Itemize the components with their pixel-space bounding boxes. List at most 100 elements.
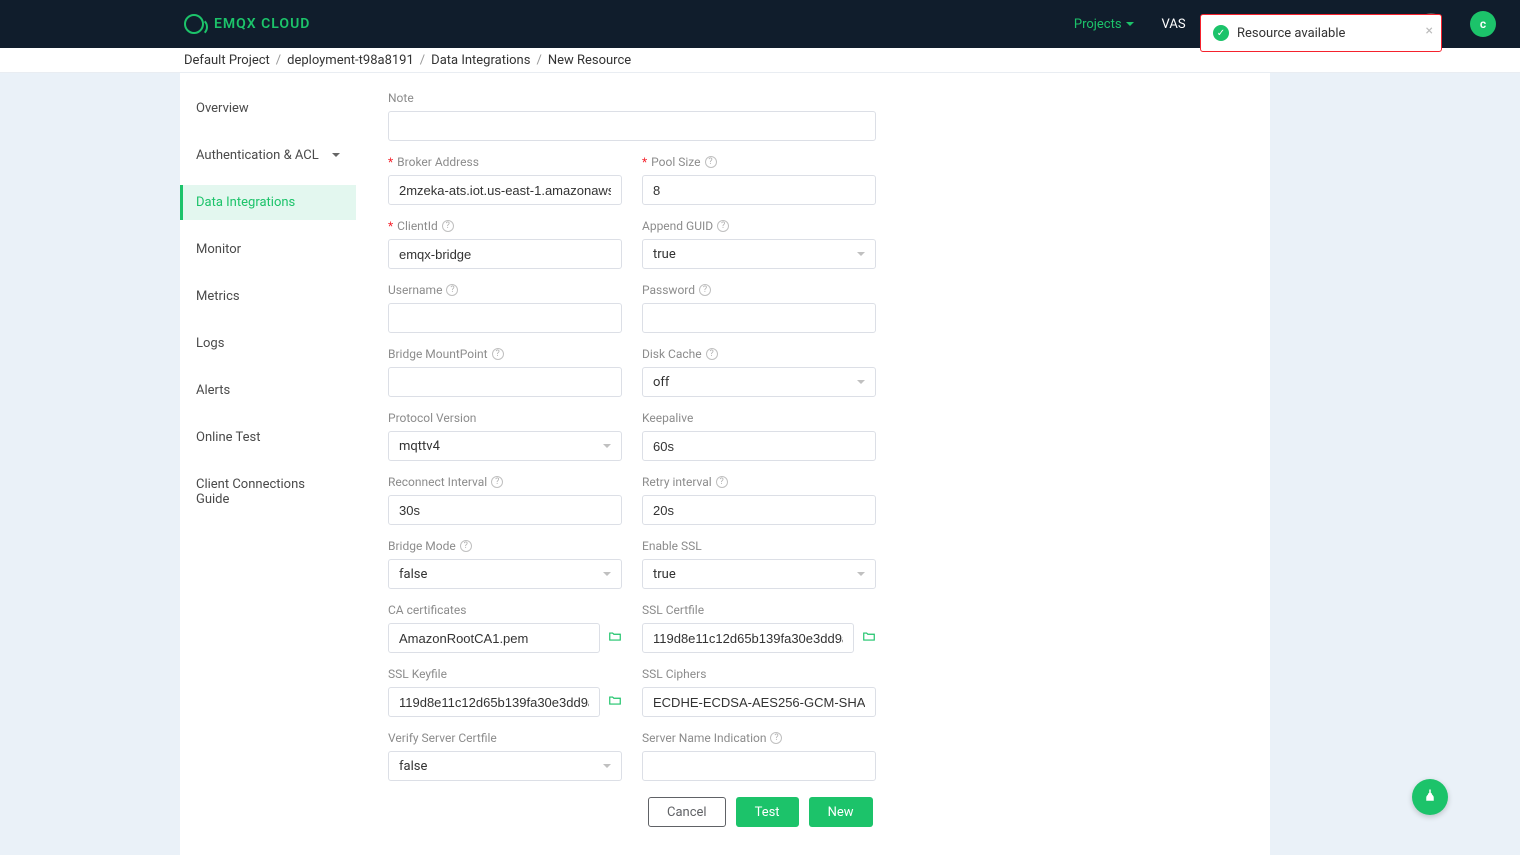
label-note: Note	[388, 91, 876, 105]
pool-size-input[interactable]	[642, 175, 876, 205]
label-reconnect: Reconnect Interval	[388, 475, 487, 489]
sni-input[interactable]	[642, 751, 876, 781]
chevron-down-icon	[603, 444, 611, 452]
label-clientid: ClientId	[397, 219, 438, 233]
label-pool: Pool Size	[651, 155, 700, 169]
sidebar-item-metrics[interactable]: Metrics	[180, 279, 356, 314]
label-sslkey: SSL Keyfile	[388, 667, 447, 681]
info-icon[interactable]: ?	[706, 348, 718, 360]
chevron-down-icon	[332, 148, 340, 163]
breadcrumb-section[interactable]: Data Integrations	[431, 53, 530, 68]
keepalive-input[interactable]	[642, 431, 876, 461]
chevron-down-icon	[857, 252, 865, 260]
label-ca: CA certificates	[388, 603, 466, 617]
test-button[interactable]: Test	[736, 797, 799, 827]
nav-projects[interactable]: Projects	[1074, 17, 1134, 32]
label-sni: Server Name Indication	[642, 731, 766, 745]
broker-address-input[interactable]	[388, 175, 622, 205]
breadcrumb-deployment[interactable]: deployment-t98a8191	[287, 53, 414, 68]
verify-select[interactable]: false	[388, 751, 622, 781]
sidebar-item-auth[interactable]: Authentication & ACL	[180, 138, 356, 173]
info-icon[interactable]: ?	[717, 220, 729, 232]
append-guid-select[interactable]: true	[642, 239, 876, 269]
main-area: Overview Authentication & ACL Data Integ…	[0, 73, 1520, 855]
info-icon[interactable]: ?	[442, 220, 454, 232]
ssl-ciphers-input[interactable]	[642, 687, 876, 717]
label-protocol: Protocol Version	[388, 411, 476, 425]
info-icon[interactable]: ?	[705, 156, 717, 168]
select-value: false	[399, 759, 427, 774]
select-value: true	[653, 567, 676, 582]
brand-text: EMQX CLOUD	[214, 16, 310, 32]
info-icon[interactable]: ?	[716, 476, 728, 488]
form-actions: Cancel Test New	[648, 797, 1238, 827]
check-icon: ✓	[1213, 25, 1229, 41]
label-ssl: Enable SSL	[642, 539, 702, 553]
label-mountpoint: Bridge MountPoint	[388, 347, 488, 361]
bridgemode-select[interactable]: false	[388, 559, 622, 589]
breadcrumb-current: New Resource	[548, 53, 631, 68]
sidebar-item-monitor[interactable]: Monitor	[180, 232, 356, 267]
label-append-guid: Append GUID	[642, 219, 713, 233]
select-value: off	[653, 375, 669, 390]
label-sslcert: SSL Certfile	[642, 603, 704, 617]
ssl-key-input[interactable]	[388, 687, 600, 717]
breadcrumb-project[interactable]: Default Project	[184, 53, 270, 68]
ca-cert-input[interactable]	[388, 623, 600, 653]
clientid-input[interactable]	[388, 239, 622, 269]
info-icon[interactable]: ?	[446, 284, 458, 296]
ssl-cert-input[interactable]	[642, 623, 854, 653]
avatar[interactable]: c	[1470, 11, 1496, 37]
label-broker: Broker Address	[397, 155, 479, 169]
content-panel: Overview Authentication & ACL Data Integ…	[180, 73, 1270, 855]
new-button[interactable]: New	[809, 797, 873, 827]
select-value: false	[399, 567, 427, 582]
info-icon[interactable]: ?	[492, 348, 504, 360]
sidebar-item-online-test[interactable]: Online Test	[180, 420, 356, 455]
info-icon[interactable]: ?	[770, 732, 782, 744]
label-username: Username	[388, 283, 442, 297]
sidebar-item-alerts[interactable]: Alerts	[180, 373, 356, 408]
chevron-down-icon	[857, 380, 865, 388]
info-icon[interactable]: ?	[491, 476, 503, 488]
sidebar: Overview Authentication & ACL Data Integ…	[180, 73, 356, 855]
ssl-select[interactable]: true	[642, 559, 876, 589]
mountpoint-input[interactable]	[388, 367, 622, 397]
sidebar-item-logs[interactable]: Logs	[180, 326, 356, 361]
protocol-select[interactable]: mqttv4	[388, 431, 622, 461]
form-area: Note *Broker Address *Pool Size? *Clien	[356, 73, 1270, 855]
chevron-down-icon	[857, 572, 865, 580]
diskcache-select[interactable]: off	[642, 367, 876, 397]
select-value: mqttv4	[399, 439, 440, 454]
info-icon[interactable]: ?	[460, 540, 472, 552]
chevron-down-icon	[603, 764, 611, 772]
label-ciphers: SSL Ciphers	[642, 667, 706, 681]
username-input[interactable]	[388, 303, 622, 333]
toast-resource-available: ✓ Resource available ×	[1200, 14, 1442, 52]
retry-input[interactable]	[642, 495, 876, 525]
sidebar-item-data-integrations[interactable]: Data Integrations	[180, 185, 356, 220]
chevron-down-icon	[603, 572, 611, 580]
sidebar-item-label: Authentication & ACL	[196, 148, 319, 163]
brand-logo: EMQX CLOUD	[184, 14, 310, 34]
password-input[interactable]	[642, 303, 876, 333]
toast-close-icon[interactable]: ×	[1426, 23, 1433, 39]
sidebar-item-overview[interactable]: Overview	[180, 91, 356, 126]
label-keepalive: Keepalive	[642, 411, 693, 425]
label-bridgemode: Bridge Mode	[388, 539, 456, 553]
info-icon[interactable]: ?	[699, 284, 711, 296]
tap-fab-button[interactable]	[1412, 779, 1448, 815]
label-password: Password	[642, 283, 695, 297]
sidebar-item-client-connections[interactable]: Client Connections Guide	[180, 467, 356, 517]
folder-icon[interactable]	[862, 629, 876, 647]
select-value: true	[653, 247, 676, 262]
note-input[interactable]	[388, 111, 876, 141]
reconnect-input[interactable]	[388, 495, 622, 525]
nav-vas[interactable]: VAS	[1162, 17, 1186, 32]
folder-icon[interactable]	[608, 693, 622, 711]
label-diskcache: Disk Cache	[642, 347, 702, 361]
cancel-button[interactable]: Cancel	[648, 797, 726, 827]
label-verify: Verify Server Certfile	[388, 731, 497, 745]
folder-icon[interactable]	[608, 629, 622, 647]
toast-message: Resource available	[1237, 26, 1345, 41]
